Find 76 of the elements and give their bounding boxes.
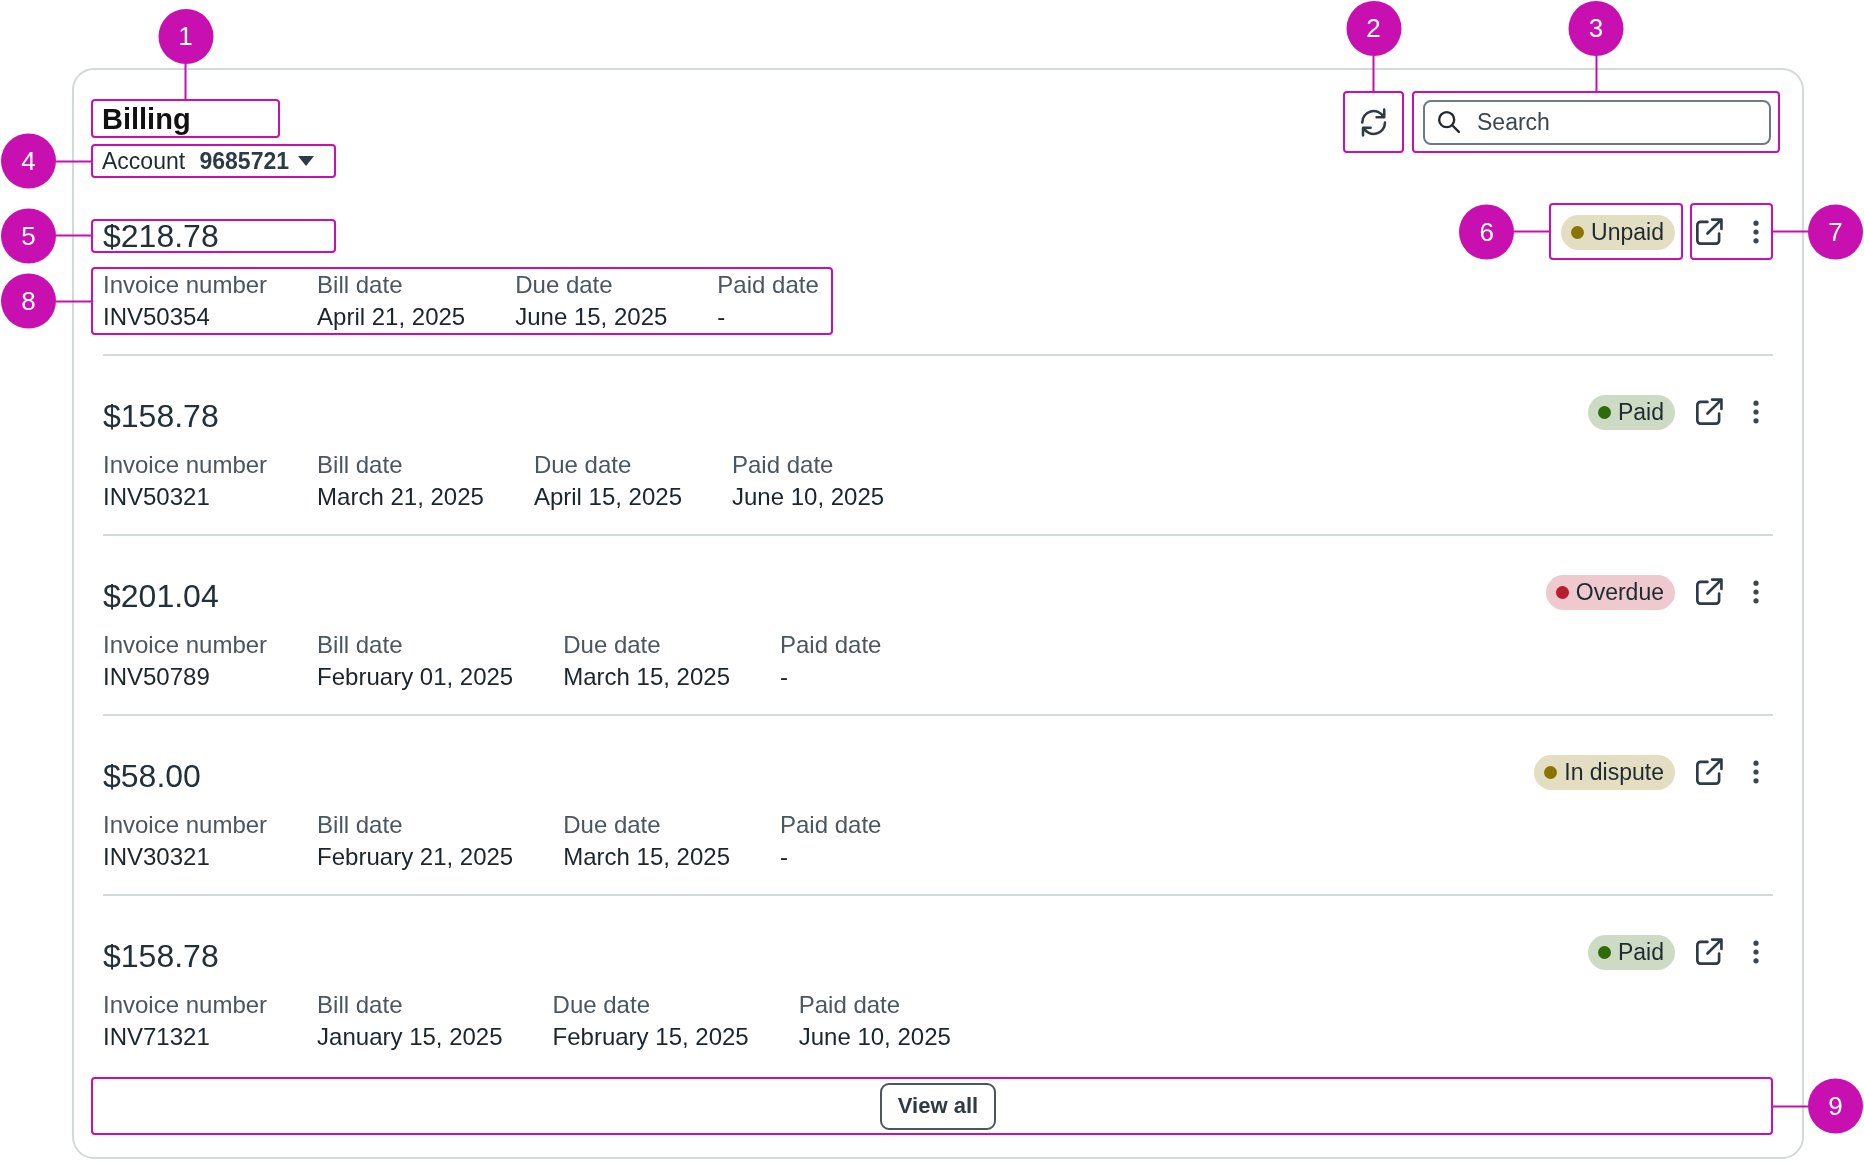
callout-marker: 2 (1346, 1, 1401, 56)
kebab-menu-icon (1752, 219, 1760, 244)
search-field[interactable]: Search (1423, 100, 1771, 145)
field-value: April 21, 2025 (317, 302, 466, 332)
field-value: INV50789 (103, 662, 211, 692)
callout-marker: 7 (1808, 204, 1863, 259)
field-value: INV50321 (103, 482, 211, 512)
field-value: June 10, 2025 (732, 482, 885, 512)
field-label: Bill date (317, 990, 404, 1020)
external-link-icon (1695, 577, 1723, 606)
field-value: June 15, 2025 (515, 302, 668, 332)
field-label: Paid date (798, 990, 902, 1020)
kebab-menu-icon (1752, 579, 1760, 604)
field-value: February 15, 2025 (552, 1022, 749, 1052)
field-value: June 10, 2025 (798, 1022, 951, 1052)
callout-marker: 3 (1568, 1, 1624, 56)
account-dropdown[interactable]: Account 9685721 (102, 146, 315, 176)
view-all-button[interactable]: View all (879, 1082, 997, 1130)
field-label: Bill date (317, 270, 404, 300)
field-label: Paid date (717, 270, 819, 300)
field-value: January 15, 2025 (317, 1022, 503, 1052)
field-value: February 21, 2025 (317, 842, 514, 872)
invoice-amount: $158.78 (103, 940, 219, 971)
callout-marker: 9 (1808, 1078, 1863, 1134)
field-value: - (780, 662, 789, 692)
field-label: Due date (563, 810, 662, 840)
field-value: INV50354 (103, 302, 211, 332)
callout-marker: 5 (1, 208, 56, 263)
callout-marker: 8 (1, 273, 56, 329)
field-label: Paid date (780, 810, 882, 840)
external-link-icon (1695, 937, 1723, 966)
field-value: March 21, 2025 (317, 482, 484, 512)
field-label: Invoice number (103, 810, 268, 840)
external-link-icon (1695, 217, 1723, 246)
field-value: April 15, 2025 (533, 482, 682, 512)
status-label: Unpaid (1591, 218, 1664, 247)
field-label: Bill date (317, 630, 404, 660)
invoice-amount: $218.78 (103, 220, 219, 251)
refresh-icon (1359, 107, 1388, 137)
field-label: Due date (515, 270, 614, 300)
field-value: February 01, 2025 (317, 662, 514, 692)
external-link-icon (1695, 397, 1723, 426)
kebab-menu-icon (1752, 759, 1760, 784)
field-label: Paid date (780, 630, 882, 660)
invoice-amount: $58.00 (103, 760, 201, 791)
field-label: Paid date (732, 450, 835, 480)
status-label: Overdue (1575, 578, 1664, 607)
field-value: March 15, 2025 (563, 662, 730, 692)
field-label: Bill date (317, 450, 404, 480)
field-label: Due date (563, 630, 662, 660)
field-value: INV71321 (103, 1022, 211, 1052)
invoice-amount: $158.78 (103, 400, 219, 431)
page-title: Billing (102, 102, 192, 137)
field-label: Due date (552, 990, 651, 1020)
caret-down-icon (298, 156, 315, 166)
field-label: Invoice number (103, 630, 268, 660)
field-label: Bill date (317, 810, 404, 840)
search-icon (1438, 111, 1460, 133)
status-label: In dispute (1564, 758, 1664, 787)
field-label: Invoice number (103, 450, 268, 480)
field-label: Invoice number (103, 270, 268, 300)
status-label: Paid (1617, 398, 1664, 427)
status-label: Paid (1617, 938, 1664, 967)
callout-marker: 4 (1, 133, 56, 189)
kebab-menu-icon (1752, 399, 1760, 424)
field-value: INV30321 (103, 842, 211, 872)
field-value: - (717, 302, 727, 332)
field-value: March 15, 2025 (563, 842, 730, 872)
external-link-icon (1695, 757, 1723, 786)
callout-marker: 1 (158, 9, 213, 64)
field-label: Invoice number (103, 990, 268, 1020)
callout-marker: 6 (1459, 204, 1515, 259)
field-value: - (780, 842, 789, 872)
kebab-menu-icon (1752, 939, 1760, 964)
field-label: Due date (533, 450, 633, 480)
invoice-amount: $201.04 (103, 580, 219, 611)
